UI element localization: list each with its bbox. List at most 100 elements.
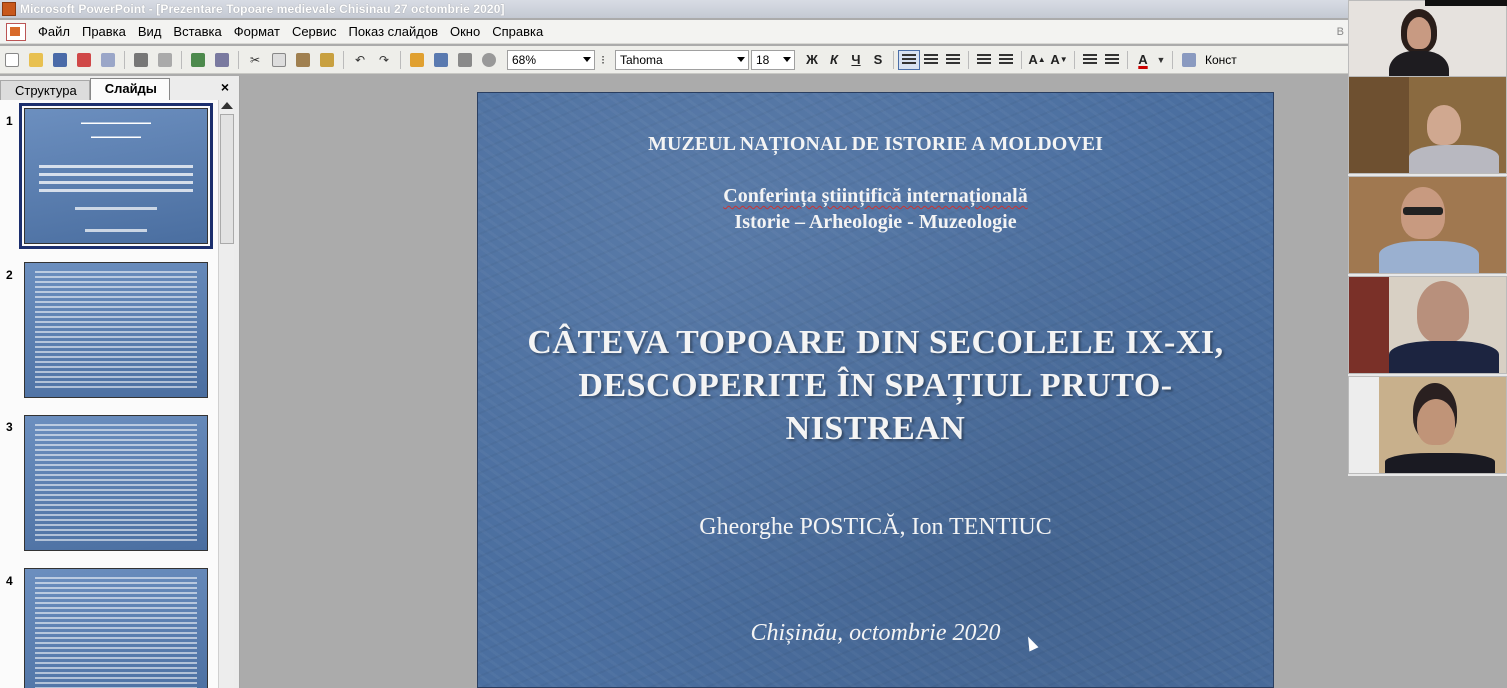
slide-thumbnail-2[interactable] [24,262,208,398]
decrease-font-button[interactable]: A ▼ [1048,50,1070,70]
menu-insert[interactable]: Вставка [169,24,229,39]
align-left-button[interactable] [898,49,920,70]
insert-chart-icon[interactable] [407,50,427,70]
slide-number: 1 [6,114,13,128]
glasses-icon [1403,207,1443,215]
shadow-button[interactable]: S [867,50,889,70]
font-select[interactable]: Tahoma [615,49,749,70]
research-icon[interactable] [212,50,232,70]
zoom-select[interactable]: 68% [507,49,595,70]
scroll-up-icon[interactable] [221,102,233,109]
scroll-thumb[interactable] [220,114,234,244]
zoom-value: 68% [512,52,537,67]
print-preview-icon[interactable] [155,50,175,70]
chevron-down-icon [737,56,745,62]
format-painter-icon[interactable] [317,50,337,70]
numbered-list-icon [977,54,991,65]
slide-canvas[interactable]: MUZEUL NAȚIONAL DE ISTORIE A MOLDOVEI Co… [477,92,1274,688]
chevron-down-icon [783,56,791,62]
slide-thumbnail-1[interactable]: ▬▬▬▬▬▬▬▬▬▬▬▬▬▬ ▬▬▬▬▬▬▬▬▬▬ [19,103,213,249]
new-file-icon[interactable] [2,50,22,70]
align-right-button[interactable] [942,50,964,70]
toolbar-options-icon[interactable]: ⁝ [597,50,609,70]
chevron-down-icon[interactable]: ▼ [1156,50,1166,70]
participant-body [1385,453,1495,473]
menu-slideshow[interactable]: Показ слайдов [344,24,446,39]
align-left-icon [902,54,916,65]
toolbar-separator [343,50,344,69]
underline-button[interactable]: Ч [845,50,867,70]
participant-video[interactable] [1348,76,1507,174]
menu-window[interactable]: Окно [446,24,488,39]
align-center-button[interactable] [920,50,942,70]
increase-font-button[interactable]: A ▲ [1026,50,1048,70]
font-color-button[interactable]: A [1132,50,1154,70]
tables-borders-icon[interactable] [455,50,475,70]
menu-format[interactable]: Формат [230,24,288,39]
design-button-label[interactable]: Конст [1205,53,1237,67]
participant-video[interactable] [1348,376,1507,474]
menu-file[interactable]: Файл [34,24,78,39]
participant-avatar [1417,281,1469,343]
background-shelf [1349,77,1409,173]
open-folder-icon[interactable] [26,50,46,70]
design-icon[interactable] [1179,50,1199,70]
decrease-indent-icon [1083,54,1097,65]
toolbar-separator [400,50,401,69]
toolbar-separator [893,50,894,69]
font-size-select[interactable]: 18 [751,49,795,70]
participant-body [1409,145,1499,173]
print-icon[interactable] [131,50,151,70]
copy-icon[interactable] [269,50,289,70]
menu-help[interactable]: Справка [488,24,551,39]
paste-icon[interactable] [293,50,313,70]
save-icon[interactable] [50,50,70,70]
participant-video[interactable] [1348,276,1507,374]
slide-conference-subtitle[interactable]: Istorie – Arheologie - Muzeologie [478,211,1273,234]
participant-body [1389,341,1499,373]
slide-main-title[interactable]: CÂTEVA TOPOARE DIN SECOLELE IX-XI, DESCO… [478,321,1273,450]
slide-authors[interactable]: Gheorghe POSTICĂ, Ion TENTIUC [478,514,1273,541]
thumbnail-scrollbar[interactable] [218,100,234,688]
participant-avatar [1427,105,1461,145]
slide-thumbnail-3[interactable] [24,415,208,551]
bold-button[interactable]: Ж [801,50,823,70]
decrease-indent-button[interactable] [1079,50,1101,70]
close-icon[interactable]: × [221,79,229,95]
tab-outline[interactable]: Структура [0,80,90,100]
menu-tools[interactable]: Сервис [288,24,345,39]
menu-view[interactable]: Вид [134,24,170,39]
cut-icon[interactable]: ✂ [245,50,265,70]
bulleted-list-icon [999,54,1013,65]
numbering-button[interactable] [973,50,995,70]
tab-slides[interactable]: Слайды [89,78,170,100]
increase-indent-button[interactable] [1101,50,1123,70]
menu-edit[interactable]: Правка [78,24,134,39]
align-center-icon [924,54,938,65]
thumbnail-list: 1 ▬▬▬▬▬▬▬▬▬▬▬▬▬▬ ▬▬▬▬▬▬▬▬▬▬ 2 3 4 [0,100,218,688]
document-icon[interactable] [6,22,26,41]
slide-conference-title[interactable]: Conferința științifică internațională [478,185,1273,208]
toolbar-separator [1172,50,1173,69]
spelling-icon[interactable] [188,50,208,70]
slide-thumbnail-4[interactable] [24,568,208,688]
thumbnail-text [75,207,157,210]
color-grayscale-icon[interactable] [479,50,499,70]
bullets-button[interactable] [995,50,1017,70]
chevron-down-icon [583,56,591,62]
permission-icon[interactable] [74,50,94,70]
slide-museum-heading[interactable]: MUZEUL NAȚIONAL DE ISTORIE A MOLDOVEI [478,133,1273,156]
toolbar-separator [968,50,969,69]
font-name-value: Tahoma [620,52,663,67]
italic-button[interactable]: К [823,50,845,70]
slide-number: 2 [6,268,13,282]
email-icon[interactable] [98,50,118,70]
insert-table-icon[interactable] [431,50,451,70]
toolbar-separator [1074,50,1075,69]
slide-place-date[interactable]: Chișinău, octombrie 2020 [478,620,1273,647]
toolbar-separator [1127,50,1128,69]
thumbnail-text: ▬▬▬▬▬▬▬▬▬▬▬▬▬▬ [81,121,151,126]
undo-icon[interactable]: ↶ [350,50,370,70]
participant-video[interactable] [1348,176,1507,274]
redo-icon[interactable]: ↷ [374,50,394,70]
